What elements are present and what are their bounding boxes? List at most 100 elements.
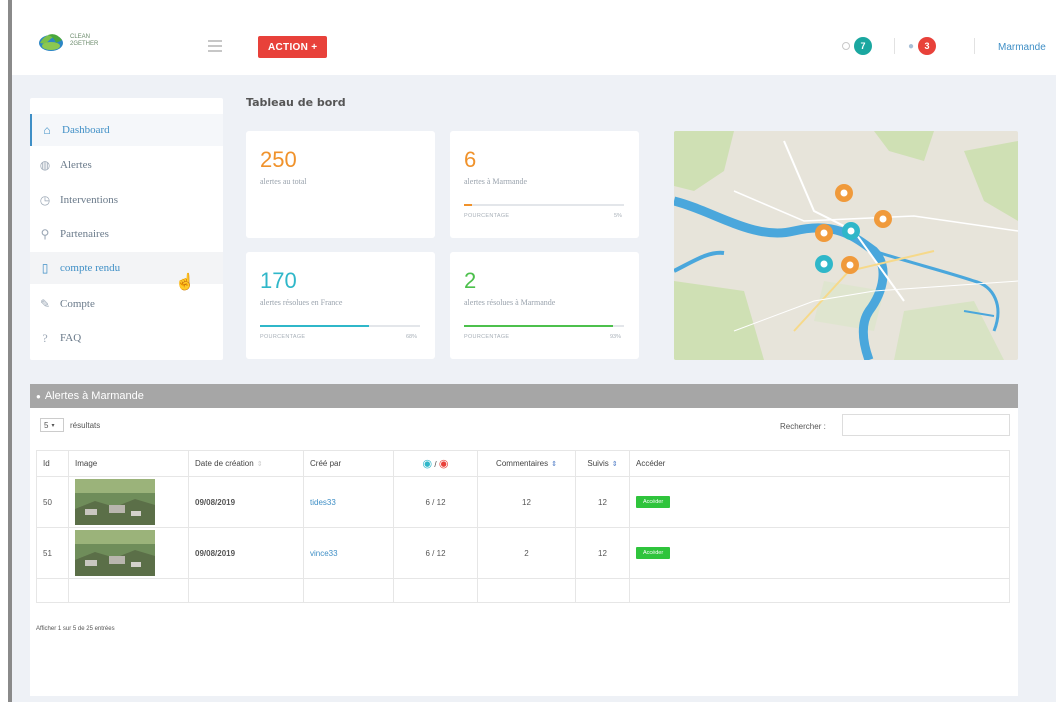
views-total: 12 <box>436 497 446 507</box>
cell-comments: 12 <box>477 476 576 528</box>
table-info: Afficher 1 sur 5 de 25 entrées <box>36 626 115 632</box>
alert-photo[interactable] <box>75 479 155 525</box>
chevron-down-icon: ▾ <box>51 422 55 429</box>
sort-icon: ⇕ <box>256 461 263 468</box>
cell-views: 6 / 12 <box>393 527 478 579</box>
user-icon: ⚲ <box>40 226 50 241</box>
table-header-row: Id Image Date de création ⇕ Créé par ◉ / … <box>36 450 1010 477</box>
views-seen: 6 <box>425 548 430 558</box>
column-header-label: Commentaires <box>496 459 549 468</box>
sidebar-item-dashboard[interactable]: ⌂ Dashboard <box>30 114 223 146</box>
home-icon: ⌂ <box>43 122 51 137</box>
stat-value: 170 <box>260 268 297 293</box>
cell-id: 50 <box>36 476 69 528</box>
cell-views: 6 / 12 <box>393 476 478 528</box>
stat-value: 2 <box>464 268 477 293</box>
sidebar-item-label: compte rendu <box>60 262 121 274</box>
access-button[interactable]: Accéder <box>636 547 671 559</box>
logo-line-2: 2GETHER <box>70 41 99 47</box>
progress-bar <box>260 325 420 327</box>
cell-access: Accéder <box>629 476 1010 528</box>
stat-label: alertes au total <box>260 177 307 186</box>
sidebar-item-alertes[interactable]: ◍ Alertes <box>30 149 223 181</box>
pencil-icon: ✎ <box>39 296 51 311</box>
app-logo[interactable]: CLEAN 2GETHER <box>36 30 98 52</box>
stat-label: alertes résolues en France <box>260 298 343 307</box>
document-icon: ▯ <box>41 260 49 275</box>
column-header-label: Suivis <box>587 459 609 468</box>
messages-count-badge: 3 <box>918 37 937 55</box>
stat-card-marmande: 6 alertes à Marmande POURCENTAGE 5% <box>450 131 639 238</box>
alert-photo[interactable] <box>75 530 155 576</box>
cell-follows: 12 <box>575 476 630 528</box>
mouse-cursor-icon: ☝ <box>175 274 195 291</box>
cell-author-link[interactable]: tides33 <box>303 476 394 528</box>
cell-comments: 2 <box>477 527 576 579</box>
column-header-date[interactable]: Date de création ⇕ <box>188 450 304 477</box>
progress-label: POURCENTAGE <box>464 213 510 219</box>
progress-percent: 5% <box>614 213 622 219</box>
views-total: 12 <box>436 548 446 558</box>
cell-follows: 12 <box>575 527 630 579</box>
column-header-id[interactable]: Id <box>36 450 69 477</box>
column-header-views[interactable]: ◉ / ◉ <box>393 450 478 477</box>
eye-icon: ◉ <box>422 458 433 470</box>
column-header-label: Date de création <box>195 459 254 468</box>
cell-author-link[interactable]: vince33 <box>303 527 394 579</box>
page-length-value: 5 <box>44 420 49 430</box>
divider <box>974 38 975 54</box>
alerts-map[interactable] <box>674 131 1018 360</box>
sidebar-item-partenaires[interactable]: ⚲ Partenaires <box>30 218 223 250</box>
alerts-panel: ● Alertes à Marmande 5 ▾ résultats Reche… <box>30 384 1018 696</box>
chat-icon: ● <box>908 40 915 52</box>
logo-icon <box>39 34 63 51</box>
progress-label: POURCENTAGE <box>464 334 510 340</box>
stat-label: alertes résolues à Marmande <box>464 298 556 307</box>
alerts-notification[interactable]: 7 <box>842 37 872 55</box>
cell-date: 09/08/2019 <box>188 527 304 579</box>
column-header-comments[interactable]: Commentaires ⇕ <box>477 450 576 477</box>
progress-percent: 68% <box>406 334 418 340</box>
column-header-separator: / <box>434 460 437 469</box>
sidebar-item-interventions[interactable]: ◷ Interventions <box>30 184 223 216</box>
action-button[interactable]: ACTION + <box>258 36 328 58</box>
stat-label: alertes à Marmande <box>464 177 528 186</box>
sort-icon: ⇕ <box>551 461 557 468</box>
column-header-image[interactable]: Image <box>68 450 189 477</box>
messages-notification[interactable]: ● 3 <box>908 37 937 55</box>
panel-header: ● Alertes à Marmande <box>30 384 1018 408</box>
cell-image <box>68 527 189 579</box>
alerts-table: Id Image Date de création ⇕ Créé par ◉ / … <box>36 450 1010 603</box>
column-header-author[interactable]: Créé par <box>303 450 394 477</box>
sidebar-item-faq[interactable]: ? FAQ <box>30 322 223 354</box>
progress-bar <box>464 325 624 327</box>
cell-access: Accéder <box>629 527 1010 579</box>
page-length-control: 5 ▾ résultats <box>40 418 100 432</box>
page-title: Tableau de bord <box>246 96 346 109</box>
views-seen: 6 <box>425 497 430 507</box>
column-header-follows[interactable]: Suivis ⇕ <box>575 450 630 477</box>
search-input[interactable] <box>842 414 1010 436</box>
sidebar: ⌂ Dashboard ◍ Alertes ◷ Interventions ⚲ … <box>30 98 223 360</box>
views-separator: / <box>432 548 435 558</box>
sort-icon: ⇕ <box>611 461 618 468</box>
sidebar-item-label: FAQ <box>60 332 82 344</box>
user-menu-link[interactable]: Marmande <box>998 42 1046 53</box>
sidebar-item-label: Compte <box>60 298 95 310</box>
access-button[interactable]: Accéder <box>636 496 671 508</box>
table-row: 50 09/08/2019 tides33 6 / 12 12 12 Accéd… <box>36 476 1010 528</box>
stat-card-total: 250 alertes au total <box>246 131 435 238</box>
cell-date: 09/08/2019 <box>188 476 304 528</box>
progress-bar <box>464 204 624 206</box>
sidebar-item-compte[interactable]: ✎ Compte <box>30 288 223 320</box>
globe-icon <box>842 42 850 50</box>
menu-toggle-icon[interactable] <box>208 40 222 55</box>
cell-image <box>68 476 189 528</box>
stat-value: 6 <box>464 147 477 172</box>
column-header-access[interactable]: Accéder <box>629 450 1010 477</box>
divider <box>894 38 895 54</box>
stat-card-resolved-france: 170 alertes résolues en France POURCENTA… <box>246 252 435 359</box>
page-length-select[interactable]: 5 ▾ <box>40 418 64 432</box>
clock-icon: ◷ <box>39 192 51 207</box>
progress-label: POURCENTAGE <box>260 334 306 340</box>
